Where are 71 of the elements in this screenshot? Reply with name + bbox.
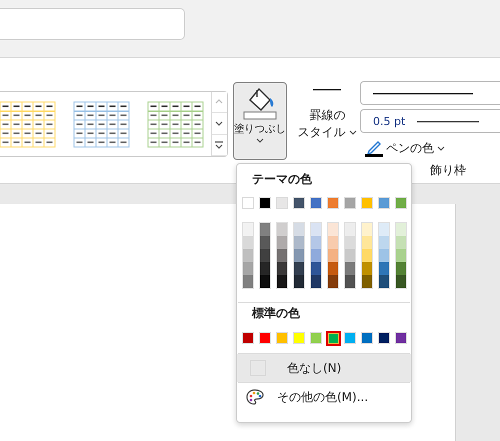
color-swatch[interactable] bbox=[311, 275, 321, 288]
caret-icon bbox=[437, 146, 445, 150]
section-heading: テーマの色 bbox=[251, 171, 313, 188]
color-swatch[interactable] bbox=[345, 236, 355, 249]
color-swatch[interactable] bbox=[294, 249, 304, 262]
color-swatch[interactable] bbox=[328, 262, 338, 275]
color-swatch[interactable] bbox=[328, 249, 338, 262]
color-swatch[interactable] bbox=[379, 223, 389, 236]
color-swatch[interactable] bbox=[379, 249, 389, 262]
line-style-button[interactable]: 罫線の スタイル bbox=[296, 88, 358, 141]
color-swatch[interactable] bbox=[396, 223, 406, 236]
color-swatch[interactable] bbox=[311, 249, 321, 262]
color-swatch[interactable] bbox=[294, 236, 304, 249]
color-swatch[interactable] bbox=[277, 223, 287, 236]
pen-color-button[interactable]: ペンの色 bbox=[360, 137, 500, 157]
pen-weight-dropdown[interactable]: 0.5 pt bbox=[360, 109, 500, 133]
color-swatch[interactable] bbox=[294, 223, 304, 236]
color-swatch[interactable] bbox=[396, 249, 406, 262]
expand-gallery-icon bbox=[213, 139, 226, 150]
color-swatch[interactable] bbox=[328, 275, 338, 288]
color-swatch[interactable] bbox=[345, 223, 355, 236]
color-swatch[interactable] bbox=[243, 249, 253, 262]
menu-item[interactable]: 色なし(N) bbox=[237, 354, 411, 382]
color-swatch[interactable] bbox=[311, 262, 321, 275]
color-swatch[interactable] bbox=[362, 236, 372, 249]
palette-icon bbox=[246, 389, 264, 405]
color-swatch[interactable] bbox=[379, 262, 389, 275]
color-swatch[interactable] bbox=[294, 262, 304, 275]
color-swatch[interactable] bbox=[311, 223, 321, 236]
color-swatch[interactable] bbox=[277, 249, 287, 262]
color-swatch[interactable] bbox=[277, 275, 287, 288]
color-swatch[interactable] bbox=[260, 223, 270, 236]
color-swatch[interactable] bbox=[277, 236, 287, 249]
line-sample-icon bbox=[313, 88, 342, 91]
fill-button[interactable]: 塗りつぶし bbox=[232, 82, 287, 160]
color-swatch[interactable] bbox=[345, 262, 355, 275]
line-sample-icon bbox=[373, 92, 473, 94]
color-swatch[interactable] bbox=[243, 223, 253, 236]
color-swatch[interactable] bbox=[379, 236, 389, 249]
caret-icon bbox=[256, 138, 264, 143]
color-swatch[interactable] bbox=[362, 249, 372, 262]
color-swatch[interactable] bbox=[379, 275, 389, 288]
group-label: 飾り枠 bbox=[430, 162, 466, 179]
menu-item[interactable]: その他の色(M)... bbox=[237, 383, 411, 411]
color-swatch[interactable] bbox=[362, 275, 372, 288]
color-swatch[interactable] bbox=[243, 262, 253, 275]
table-style-gallery[interactable] bbox=[0, 91, 228, 157]
color-swatch[interactable] bbox=[311, 236, 321, 249]
color-swatch[interactable] bbox=[362, 223, 372, 236]
color-swatch[interactable] bbox=[326, 330, 340, 346]
color-swatch[interactable] bbox=[294, 275, 304, 288]
color-swatch[interactable] bbox=[243, 236, 253, 249]
color-swatch[interactable] bbox=[260, 249, 270, 262]
color-swatch[interactable] bbox=[345, 275, 355, 288]
color-swatch[interactable] bbox=[260, 275, 270, 288]
color-swatch[interactable] bbox=[396, 275, 406, 288]
caret-icon bbox=[349, 130, 358, 135]
line-sample-icon bbox=[417, 120, 480, 122]
search-field[interactable] bbox=[0, 8, 185, 40]
color-swatch[interactable] bbox=[362, 262, 372, 275]
color-swatch[interactable] bbox=[396, 236, 406, 249]
color-swatch[interactable] bbox=[328, 223, 338, 236]
color-swatch[interactable] bbox=[328, 236, 338, 249]
line-style-dropdown[interactable] bbox=[360, 81, 500, 105]
color-swatch[interactable] bbox=[260, 262, 270, 275]
color-swatch[interactable] bbox=[277, 262, 287, 275]
color-swatch[interactable] bbox=[345, 249, 355, 262]
color-swatch[interactable] bbox=[260, 236, 270, 249]
section-heading: 標準の色 bbox=[250, 305, 301, 322]
color-swatch[interactable] bbox=[396, 262, 406, 275]
color-swatch[interactable] bbox=[243, 275, 253, 288]
